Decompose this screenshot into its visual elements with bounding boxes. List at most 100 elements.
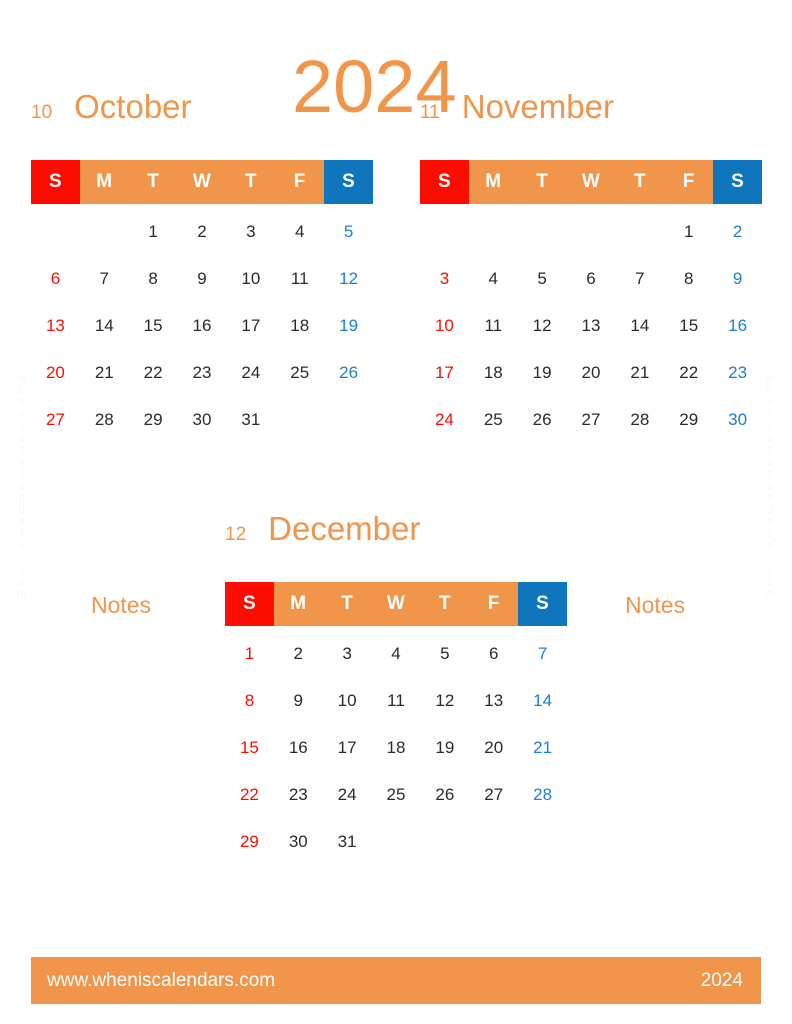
day-cell-empty xyxy=(324,396,373,443)
day-cell[interactable]: 25 xyxy=(372,771,421,818)
day-cell[interactable]: 19 xyxy=(420,724,469,771)
day-cell[interactable]: 5 xyxy=(518,255,567,302)
day-cell[interactable]: 1 xyxy=(664,208,713,255)
day-cell[interactable]: 24 xyxy=(323,771,372,818)
weekday-sunday: S xyxy=(225,582,274,626)
weekday-header-october: S M T W T F S xyxy=(31,160,373,204)
day-cell[interactable]: 25 xyxy=(275,349,324,396)
day-cell[interactable]: 12 xyxy=(324,255,373,302)
day-cell[interactable]: 11 xyxy=(469,302,518,349)
day-cell[interactable]: 6 xyxy=(31,255,80,302)
day-cell[interactable]: 12 xyxy=(518,302,567,349)
day-cell[interactable]: 23 xyxy=(713,349,762,396)
day-cell[interactable]: 21 xyxy=(518,724,567,771)
day-cell[interactable]: 11 xyxy=(275,255,324,302)
day-cell[interactable]: 26 xyxy=(324,349,373,396)
day-cell[interactable]: 8 xyxy=(129,255,178,302)
day-cell[interactable]: 4 xyxy=(469,255,518,302)
day-cell[interactable]: 17 xyxy=(323,724,372,771)
day-cell[interactable]: 7 xyxy=(518,630,567,677)
day-cell[interactable]: 22 xyxy=(664,349,713,396)
day-cell[interactable]: 18 xyxy=(372,724,421,771)
day-cell[interactable]: 27 xyxy=(469,771,518,818)
day-cell[interactable]: 19 xyxy=(518,349,567,396)
day-cell[interactable]: 29 xyxy=(129,396,178,443)
day-cell[interactable]: 14 xyxy=(518,677,567,724)
day-cell[interactable]: 1 xyxy=(129,208,178,255)
day-cell[interactable]: 13 xyxy=(567,302,616,349)
day-cell[interactable]: 29 xyxy=(225,818,274,865)
day-cell[interactable]: 26 xyxy=(420,771,469,818)
day-cell-empty xyxy=(469,208,518,255)
day-cell[interactable]: 2 xyxy=(274,630,323,677)
day-cell[interactable]: 1 xyxy=(225,630,274,677)
day-cell[interactable]: 3 xyxy=(226,208,275,255)
day-cell[interactable]: 24 xyxy=(420,396,469,443)
day-cell[interactable]: 16 xyxy=(178,302,227,349)
day-cell[interactable]: 21 xyxy=(80,349,129,396)
day-cell[interactable]: 5 xyxy=(324,208,373,255)
day-cell[interactable]: 27 xyxy=(567,396,616,443)
month-header-december: 12 December xyxy=(225,510,420,558)
day-cell[interactable]: 30 xyxy=(178,396,227,443)
day-cell[interactable]: 15 xyxy=(129,302,178,349)
day-cell[interactable]: 10 xyxy=(226,255,275,302)
day-cell[interactable]: 9 xyxy=(274,677,323,724)
day-cell[interactable]: 26 xyxy=(518,396,567,443)
day-cell[interactable]: 4 xyxy=(275,208,324,255)
day-cell[interactable]: 17 xyxy=(226,302,275,349)
day-cell[interactable]: 19 xyxy=(324,302,373,349)
day-cell[interactable]: 18 xyxy=(469,349,518,396)
day-cell[interactable]: 2 xyxy=(713,208,762,255)
day-cell[interactable]: 24 xyxy=(226,349,275,396)
day-cell[interactable]: 22 xyxy=(225,771,274,818)
day-cell[interactable]: 3 xyxy=(420,255,469,302)
day-cell[interactable]: 6 xyxy=(567,255,616,302)
notes-label-left: Notes xyxy=(91,592,152,618)
day-cell[interactable]: 20 xyxy=(469,724,518,771)
day-cell[interactable]: 20 xyxy=(567,349,616,396)
day-cell[interactable]: 28 xyxy=(518,771,567,818)
day-cell[interactable]: 4 xyxy=(372,630,421,677)
day-cell[interactable]: 31 xyxy=(323,818,372,865)
day-cell[interactable]: 16 xyxy=(713,302,762,349)
day-cell[interactable]: 31 xyxy=(226,396,275,443)
day-cell[interactable]: 10 xyxy=(420,302,469,349)
day-cell[interactable]: 23 xyxy=(178,349,227,396)
day-cell[interactable]: 13 xyxy=(31,302,80,349)
day-cell[interactable]: 2 xyxy=(178,208,227,255)
day-cell[interactable]: 30 xyxy=(713,396,762,443)
day-cell[interactable]: 11 xyxy=(372,677,421,724)
day-cell[interactable]: 25 xyxy=(469,396,518,443)
day-cell[interactable]: 28 xyxy=(615,396,664,443)
day-cell[interactable]: 5 xyxy=(420,630,469,677)
day-cell[interactable]: 7 xyxy=(80,255,129,302)
day-cell[interactable]: 17 xyxy=(420,349,469,396)
day-cell[interactable]: 15 xyxy=(664,302,713,349)
day-cell[interactable]: 7 xyxy=(615,255,664,302)
day-cell[interactable]: 21 xyxy=(615,349,664,396)
day-cell[interactable]: 18 xyxy=(275,302,324,349)
day-cell[interactable]: 22 xyxy=(129,349,178,396)
day-cell[interactable]: 23 xyxy=(274,771,323,818)
day-cell[interactable]: 27 xyxy=(31,396,80,443)
day-cell[interactable]: 13 xyxy=(469,677,518,724)
footer-website-url[interactable]: www.wheniscalendars.com xyxy=(47,970,275,992)
day-cell[interactable]: 14 xyxy=(80,302,129,349)
day-cell[interactable]: 6 xyxy=(469,630,518,677)
day-cell[interactable]: 20 xyxy=(31,349,80,396)
day-cell[interactable]: 15 xyxy=(225,724,274,771)
day-cell[interactable]: 8 xyxy=(664,255,713,302)
day-cell[interactable]: 9 xyxy=(178,255,227,302)
day-cell[interactable]: 16 xyxy=(274,724,323,771)
day-cell[interactable]: 8 xyxy=(225,677,274,724)
day-cell[interactable]: 14 xyxy=(615,302,664,349)
day-cell[interactable]: 30 xyxy=(274,818,323,865)
day-cell[interactable]: 12 xyxy=(420,677,469,724)
day-cell[interactable]: 10 xyxy=(323,677,372,724)
day-cell[interactable]: 9 xyxy=(713,255,762,302)
day-cell-empty xyxy=(275,396,324,443)
day-cell[interactable]: 3 xyxy=(323,630,372,677)
day-cell[interactable]: 28 xyxy=(80,396,129,443)
day-cell[interactable]: 29 xyxy=(664,396,713,443)
